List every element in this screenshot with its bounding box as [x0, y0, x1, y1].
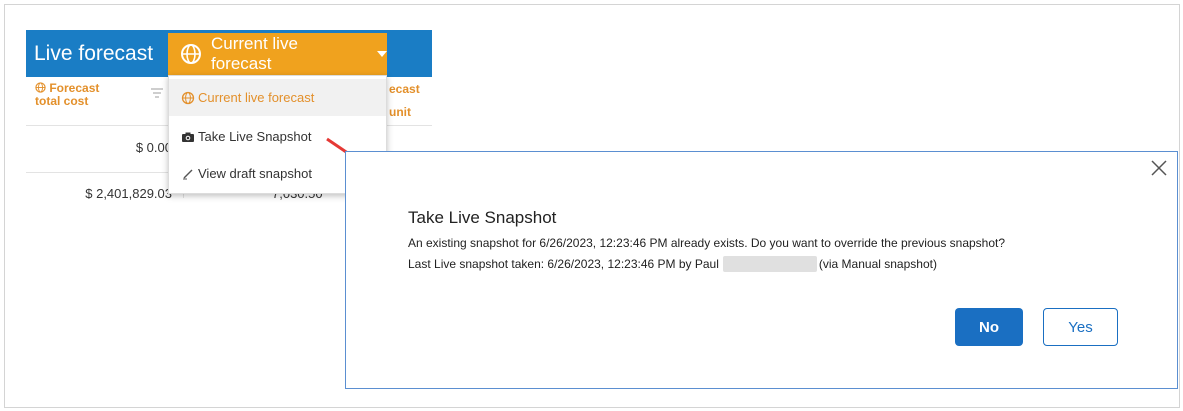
- menu-item-current-live-forecast[interactable]: Current live forecast: [169, 79, 386, 116]
- last-snapshot-prefix: Last Live snapshot taken: 6/26/2023, 12:…: [408, 257, 719, 271]
- close-icon[interactable]: [1149, 158, 1169, 178]
- dialog-message: An existing snapshot for 6/26/2023, 12:2…: [408, 236, 1006, 250]
- filter-icon[interactable]: [150, 87, 164, 99]
- table-row: $ 0.00: [26, 125, 184, 173]
- no-button[interactable]: No: [955, 308, 1023, 346]
- dropdown-label: Current live forecast: [210, 34, 298, 73]
- globe-icon: [35, 82, 46, 93]
- column-header-line2: total cost: [35, 94, 89, 108]
- menu-item-label: Current live forecast: [198, 90, 315, 105]
- menu-item-label: View draft snapshot: [198, 166, 312, 181]
- globe-icon: [181, 91, 195, 104]
- redacted-name: [722, 256, 817, 272]
- forecast-selector-dropdown[interactable]: Current live forecast: [168, 33, 387, 75]
- column-header-forecast-unit[interactable]: ecast unit: [389, 83, 420, 119]
- camera-icon: [182, 132, 194, 142]
- yes-button[interactable]: Yes: [1043, 308, 1118, 346]
- total-cost-cell: $ 2,401,829.03: [85, 186, 172, 201]
- dialog-title: Take Live Snapshot: [408, 208, 557, 227]
- column-header-line1: Forecast: [49, 81, 100, 95]
- column-header-forecast-total-cost[interactable]: Forecast total cost: [35, 82, 99, 108]
- column-header-line1: ecast: [389, 82, 420, 96]
- table-row: $ 2,401,829.03: [26, 172, 184, 201]
- page-title: Live forecast: [34, 42, 154, 65]
- globe-icon: [180, 44, 201, 64]
- menu-item-label: Take Live Snapshot: [198, 129, 312, 144]
- chevron-down-icon: [377, 51, 387, 57]
- column-header-line2: unit: [389, 105, 411, 119]
- dialog-last-snapshot-info: Last Live snapshot taken: 6/26/2023, 12:…: [408, 256, 937, 272]
- last-snapshot-suffix: (via Manual snapshot): [818, 257, 937, 271]
- total-cost-cell: $ 0.00: [135, 140, 172, 155]
- pencil-icon: [183, 169, 193, 179]
